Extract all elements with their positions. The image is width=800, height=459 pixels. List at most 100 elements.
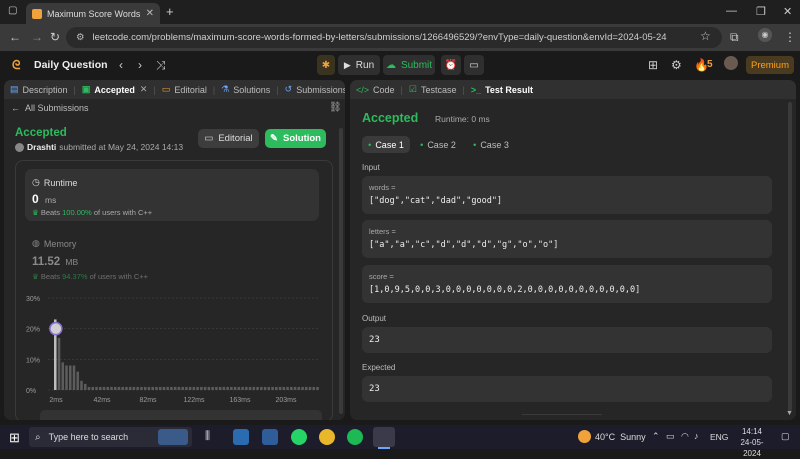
task-view-icon[interactable]: ⫼ [205, 430, 210, 443]
new-tab-icon[interactable]: + [166, 4, 174, 19]
wifi-icon[interactable]: ◠ [681, 431, 689, 442]
volume-icon[interactable]: ♪ [694, 431, 699, 441]
extensions-icon[interactable]: ⧉ [730, 30, 739, 45]
leetcode-logo-icon[interactable]: ᘓ [12, 58, 20, 73]
close-window-icon[interactable]: ✕ [783, 5, 792, 18]
share-link-icon[interactable]: ⛓ [329, 102, 342, 113]
premium-button[interactable]: Premium [746, 56, 794, 74]
bug-icon: ✱ [321, 59, 331, 71]
menu-kebab-icon[interactable]: ⋮ [784, 30, 796, 44]
weather-sun-icon[interactable] [578, 430, 591, 443]
chrome-icon[interactable] [319, 429, 335, 445]
language-indicator[interactable]: ENG [710, 432, 728, 442]
distribution-bar [143, 386, 147, 390]
distribution-bar [203, 386, 207, 390]
runtime-distribution-chart[interactable]: 30% 20% 10% 0% 2ms 42ms 82ms 122ms 163ms 203ms [24, 290, 324, 408]
distribution-bar [275, 386, 278, 390]
vscode-icon[interactable] [233, 429, 249, 445]
battery-icon[interactable]: ▭ [666, 431, 675, 442]
tab-editorial[interactable]: ▭ Editorial [156, 84, 213, 95]
next-problem-icon[interactable]: › [138, 58, 142, 72]
solution-button[interactable]: ✎ Solution [265, 129, 326, 148]
whatsapp-icon[interactable] [291, 429, 307, 445]
notification-icon[interactable]: ▢ [781, 431, 790, 442]
distribution-bar [121, 386, 124, 390]
url-text: leetcode.com/problems/maximum-score-word… [92, 32, 667, 43]
distribution-bar [256, 386, 259, 390]
run-button[interactable]: ▶ Run [338, 55, 380, 75]
tab-list-icon[interactable]: ▢ [8, 5, 17, 16]
tab-test-result[interactable]: >_ Test Result [465, 85, 539, 95]
timer-button[interactable]: ⏰ [441, 55, 461, 75]
memory-header[interactable]: ◍ Memory [32, 238, 76, 249]
shuffle-icon[interactable]: ⤨ [156, 58, 166, 73]
site-info-icon[interactable]: ⚙ [76, 32, 85, 43]
tab-code[interactable]: </> Code [350, 85, 401, 95]
submit-button[interactable]: ☁ Submit [383, 55, 435, 75]
app-icon[interactable] [262, 429, 278, 445]
reload-icon[interactable]: ↻ [50, 30, 60, 44]
submitter-name[interactable]: Drashti [27, 142, 56, 152]
leetcode-top-bar: ᘓ Daily Question ‹ › ⤨ ✱ ▶ Run ☁ Submit … [0, 51, 800, 79]
tab-accepted[interactable]: ▣ Accepted ✕ [76, 84, 154, 95]
runtime-card[interactable]: ◷ Runtime 0 ms ♛ Beats 100.00% of users … [25, 169, 319, 221]
minimize-icon[interactable]: — [726, 5, 737, 17]
url-field[interactable]: ⚙ leetcode.com/problems/maximum-score-wo… [66, 27, 722, 48]
right-scrollbar[interactable] [788, 102, 792, 412]
weather-text[interactable]: 40°C Sunny [595, 432, 646, 442]
left-scrollbar[interactable] [339, 128, 343, 414]
distribution-bar [155, 386, 158, 390]
current-submission-marker [49, 321, 63, 336]
runtime-label: Runtime [43, 177, 78, 188]
x-tick-label: 122ms [183, 397, 205, 404]
restore-icon[interactable]: ❐ [756, 5, 766, 18]
distribution-bar [170, 386, 173, 390]
distribution-bar [95, 386, 98, 390]
prev-problem-icon[interactable]: ‹ [119, 58, 123, 72]
spotify-icon[interactable] [347, 429, 363, 445]
test-result-panel: </> Code | ☑ Testcase | >_ Test Result A… [350, 80, 796, 420]
arrow-left-icon: ← [11, 103, 20, 113]
user-avatar[interactable] [724, 56, 738, 70]
tab-testcase[interactable]: ☑ Testcase [403, 84, 463, 95]
close-tab-x-icon[interactable]: ✕ [140, 84, 148, 95]
settings-gear-icon[interactable]: ⚙ [671, 58, 682, 72]
x-tick-label: 2ms [49, 397, 63, 404]
tab-description-label: Description [22, 84, 68, 95]
daily-question-label[interactable]: Daily Question [34, 59, 108, 71]
beats-suffix: of users with C++ [93, 208, 153, 217]
back-icon[interactable]: ← [9, 30, 21, 44]
contribute-link[interactable] [522, 414, 602, 420]
y-tick-label: 0% [26, 388, 36, 395]
code-preview-card[interactable] [40, 410, 322, 420]
bookmark-star-icon[interactable]: ☆ [700, 29, 711, 43]
pencil-icon: ✎ [270, 133, 278, 144]
distribution-bar [267, 386, 271, 390]
tab-submissions[interactable]: ↺ Submissions [279, 84, 345, 95]
windows-start-icon[interactable]: ⊞ [9, 430, 20, 446]
scroll-down-icon[interactable]: ▼ [786, 410, 793, 417]
notes-button[interactable]: ▭ [464, 55, 484, 75]
clock[interactable]: 14:14 24-05-2024 [732, 426, 772, 459]
tab-description[interactable]: ▤ Description [4, 84, 74, 95]
runtime-value-row: 0 ms [32, 192, 56, 206]
browser-tab[interactable]: Maximum Score Words Formed ✕ [26, 3, 160, 24]
case-3-tab[interactable]: • Case 3 [467, 136, 515, 153]
layout-grid-icon[interactable]: ⊞ [648, 58, 658, 72]
editorial-button[interactable]: ▭ Editorial [198, 129, 259, 148]
search-highlight-icon[interactable] [158, 429, 188, 445]
distribution-bar [301, 386, 304, 390]
case-2-tab[interactable]: • Case 2 [414, 136, 462, 153]
tray-chevron-icon[interactable]: ⌃ [652, 431, 660, 442]
debugger-button[interactable]: ✱ [317, 55, 335, 75]
chrome-active-icon[interactable] [373, 427, 395, 447]
tab-solutions[interactable]: ⚗ Solutions [215, 84, 276, 95]
case-1-tab[interactable]: • Case 1 [362, 136, 410, 153]
profile-avatar-icon[interactable]: ◉ [758, 28, 772, 42]
distribution-bar [177, 386, 181, 390]
close-tab-icon[interactable]: ✕ [146, 8, 154, 19]
forward-icon[interactable]: → [31, 30, 43, 44]
case-2-label: Case 2 [427, 139, 456, 150]
all-submissions-link[interactable]: ← All Submissions [11, 103, 89, 113]
y-tick-label: 10% [26, 357, 40, 364]
